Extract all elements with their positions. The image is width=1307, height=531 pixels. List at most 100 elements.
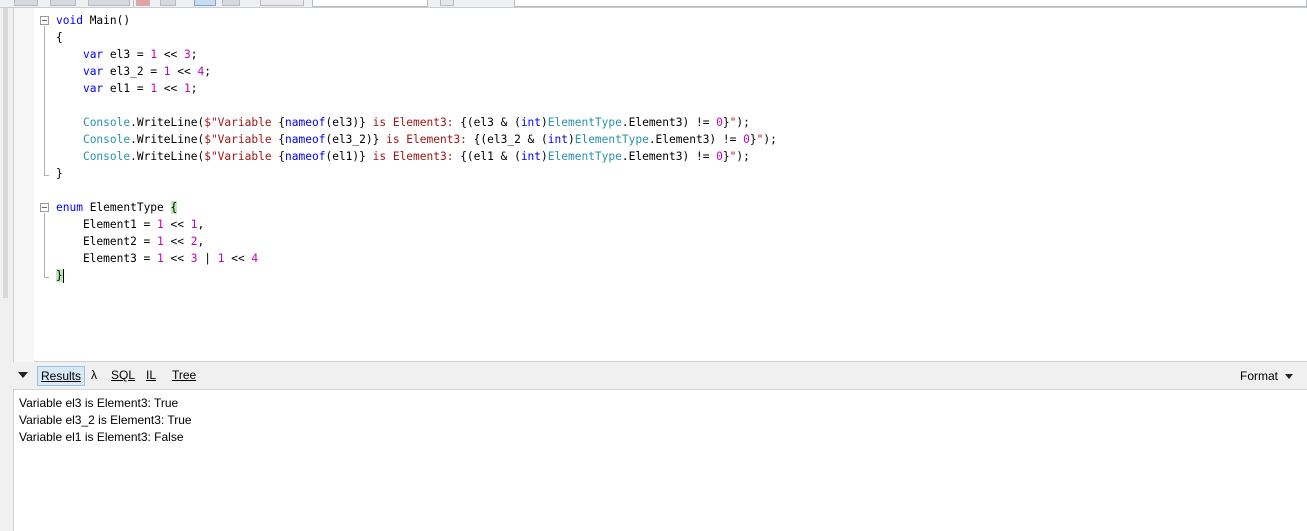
code-text[interactable]: void Main() { var el3 = 1 << 3; var el3_2… bbox=[56, 12, 777, 284]
code-token: .Element3) != bbox=[648, 133, 744, 146]
code-token: $"Variable bbox=[204, 150, 279, 163]
tab-il[interactable]: IL bbox=[143, 366, 159, 386]
fold-guide-end bbox=[44, 277, 49, 278]
code-line[interactable]: var el1 = 1 << 1; bbox=[56, 80, 777, 97]
code-token: enum bbox=[56, 201, 83, 214]
code-token: el3 = bbox=[103, 48, 151, 61]
code-token: Element3 = bbox=[56, 252, 158, 265]
collapse-results-icon[interactable] bbox=[18, 372, 28, 378]
code-token: nameof bbox=[285, 150, 326, 163]
tab-lambda[interactable]: λ bbox=[88, 366, 100, 386]
code-token: void bbox=[56, 14, 83, 27]
code-token: Element2 = bbox=[56, 235, 158, 248]
language-icon[interactable] bbox=[260, 0, 304, 6]
code-token: el1 = bbox=[103, 82, 151, 95]
tree-view-button[interactable] bbox=[222, 0, 240, 6]
code-token: int bbox=[520, 116, 542, 129]
output-line: Variable el3_2 is Element3: True bbox=[19, 413, 192, 427]
grid-view-button[interactable] bbox=[194, 0, 216, 6]
fold-guide bbox=[44, 26, 45, 175]
code-token: ElementType bbox=[82, 201, 171, 214]
tab-sql[interactable]: SQL bbox=[108, 366, 138, 386]
code-token: nameof bbox=[285, 116, 326, 129]
code-token: 1 bbox=[190, 218, 198, 231]
code-line[interactable]: ​ bbox=[56, 182, 777, 199]
left-scrollbar[interactable] bbox=[3, 8, 8, 298]
code-token: (el3_2)} bbox=[325, 133, 380, 146]
code-token: Console bbox=[82, 133, 131, 146]
code-token: var bbox=[82, 65, 104, 78]
code-token: var bbox=[82, 82, 104, 95]
code-line[interactable]: var el3 = 1 << 3; bbox=[56, 46, 777, 63]
code-token: 1 bbox=[157, 235, 164, 248]
results-tab-bar: Results λ SQL IL Tree Format bbox=[13, 362, 1307, 390]
code-token: var bbox=[82, 48, 104, 61]
code-token: el3_2 = bbox=[103, 65, 164, 78]
code-token: $"Variable bbox=[204, 116, 279, 129]
code-token: ) bbox=[541, 150, 548, 163]
fold-guide-end bbox=[44, 175, 49, 176]
results-output[interactable]: Variable el3 is Element3: True Variable … bbox=[13, 390, 1307, 531]
code-token: << bbox=[163, 252, 191, 265]
toolbar-separator bbox=[133, 0, 134, 7]
code-token: ElementType bbox=[547, 116, 622, 129]
fold-enum-icon[interactable] bbox=[40, 203, 49, 212]
code-token: ; bbox=[190, 48, 198, 61]
code-line[interactable]: enum ElementType { bbox=[56, 199, 777, 216]
code-token: (el1)} bbox=[325, 150, 366, 163]
code-line[interactable]: Console.WriteLine($"Variable {nameof(el3… bbox=[56, 114, 777, 131]
code-line[interactable]: Element2 = 1 << 2, bbox=[56, 233, 777, 250]
code-token: { bbox=[56, 31, 63, 44]
code-token: nameof bbox=[285, 133, 326, 146]
run-button[interactable] bbox=[14, 0, 38, 6]
code-token: (el3)} bbox=[325, 116, 366, 129]
code-line[interactable]: Element3 = 1 << 3 | 1 << 4 bbox=[56, 250, 777, 267]
code-token: ) bbox=[567, 133, 575, 146]
code-token: << bbox=[163, 235, 191, 248]
code-token: << bbox=[157, 82, 185, 95]
code-line[interactable]: } bbox=[56, 267, 777, 284]
code-line[interactable]: { bbox=[56, 29, 777, 46]
stop-button[interactable] bbox=[88, 0, 130, 6]
text-cursor bbox=[62, 269, 64, 283]
code-line[interactable]: var el3_2 = 1 << 4; bbox=[56, 63, 777, 80]
code-token: 0 bbox=[743, 133, 750, 146]
debug-icon[interactable] bbox=[136, 0, 150, 6]
code-token: } bbox=[56, 167, 63, 180]
code-editor[interactable]: void Main() { var el3 = 1 << 3; var el3_2… bbox=[13, 8, 1307, 362]
tab-tree[interactable]: Tree bbox=[169, 366, 199, 386]
code-line[interactable]: void Main() bbox=[56, 12, 777, 29]
connection-select[interactable] bbox=[514, 0, 1307, 7]
code-token: ) bbox=[541, 116, 548, 129]
profiler-icon[interactable] bbox=[160, 0, 176, 6]
code-line[interactable]: ​ bbox=[56, 97, 777, 114]
code-token: {(el3_2 & ( bbox=[473, 133, 548, 146]
code-token: | bbox=[197, 252, 218, 265]
format-label: Format bbox=[1239, 369, 1278, 383]
main-toolbar bbox=[0, 0, 1307, 8]
step-button[interactable] bbox=[50, 0, 76, 6]
format-dropdown-button[interactable]: Format bbox=[1240, 366, 1293, 386]
code-token: .Element3) != bbox=[621, 116, 717, 129]
connection-icon[interactable] bbox=[440, 0, 454, 6]
code-token: int bbox=[520, 150, 542, 163]
code-token: } bbox=[722, 150, 730, 163]
code-line[interactable]: } bbox=[56, 165, 777, 182]
code-line[interactable]: Console.WriteLine($"Variable {nameof(el1… bbox=[56, 148, 777, 165]
tab-results[interactable]: Results bbox=[37, 366, 86, 386]
code-token: 4 bbox=[251, 252, 259, 265]
code-line[interactable]: Element1 = 1 << 1, bbox=[56, 216, 777, 233]
code-token: << bbox=[224, 252, 252, 265]
fold-main-icon[interactable] bbox=[40, 16, 49, 25]
code-line[interactable]: Console.WriteLine($"Variable {nameof(el3… bbox=[56, 131, 777, 148]
editor-gutter bbox=[14, 8, 34, 362]
language-select[interactable] bbox=[312, 0, 428, 7]
fold-guide bbox=[44, 213, 45, 277]
code-token: is Element3: bbox=[365, 150, 461, 163]
code-token: ElementType bbox=[547, 150, 622, 163]
code-token: << bbox=[170, 65, 198, 78]
code-token: Console bbox=[82, 116, 131, 129]
